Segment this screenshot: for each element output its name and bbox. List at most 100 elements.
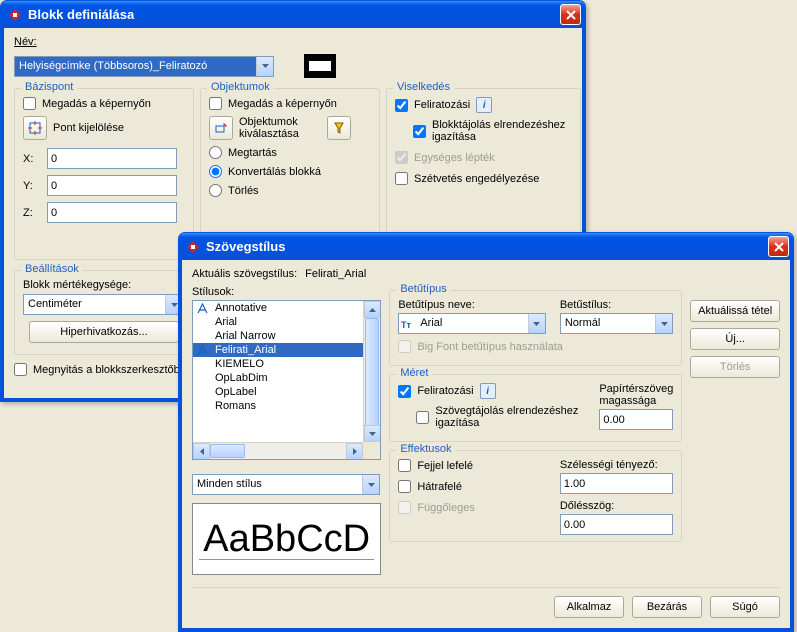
- quick-select-button[interactable]: [327, 116, 351, 140]
- style-filter-value: Minden stílus: [193, 475, 362, 494]
- annotative-icon: [197, 345, 209, 357]
- svg-text:Tᴛ: Tᴛ: [401, 320, 411, 330]
- font-name-value: Arial: [416, 314, 528, 333]
- units-combo[interactable]: Centiméter: [23, 294, 183, 315]
- objects-onscreen-checkbox[interactable]: [209, 97, 222, 110]
- vertical-label: Függőleges: [417, 502, 475, 514]
- oblique-input[interactable]: [560, 514, 673, 535]
- paper-height-input[interactable]: [599, 409, 673, 430]
- convert-radio[interactable]: [209, 165, 222, 178]
- annotative-checkbox[interactable]: [395, 99, 408, 112]
- vertical-scrollbar[interactable]: [363, 301, 380, 442]
- settings-group: Beállítások Blokk mértékegysége: Centimé…: [14, 270, 194, 355]
- size-group: Méret Feliratozási i Szövegtájolás elren…: [389, 374, 682, 442]
- delete-radio[interactable]: [209, 184, 222, 197]
- basepoint-onscreen-checkbox[interactable]: [23, 97, 36, 110]
- title-bar[interactable]: Blokk definiálása: [1, 1, 585, 28]
- allow-explode-checkbox[interactable]: [395, 172, 408, 185]
- apply-button[interactable]: Alkalmaz: [554, 596, 624, 618]
- scroll-corner: [363, 442, 380, 459]
- hyperlink-button[interactable]: Hiperhivatkozás...: [29, 321, 179, 343]
- style-list-item[interactable]: Romans: [193, 399, 380, 413]
- horizontal-scrollbar[interactable]: [193, 442, 380, 459]
- open-in-editor-label: Megnyitás a blokkszerkesztőben: [33, 364, 192, 376]
- style-list-item[interactable]: Annotative: [193, 301, 380, 315]
- chevron-down-icon[interactable]: [655, 314, 672, 333]
- title-bar[interactable]: Szövegstílus: [179, 233, 793, 260]
- match-orient-checkbox[interactable]: [413, 125, 426, 138]
- app-icon: [7, 7, 23, 23]
- pick-point-button[interactable]: [23, 116, 47, 140]
- info-icon[interactable]: i: [476, 97, 492, 113]
- style-item-label: Arial Narrow: [215, 330, 276, 342]
- font-style-combo[interactable]: Normál: [560, 313, 673, 334]
- styles-listbox[interactable]: Annotative Arial Arial NarrowFelirati_Aria…: [192, 300, 381, 460]
- font-preview: AaBbCcD: [192, 503, 381, 575]
- style-item-label: OpLabel: [215, 386, 257, 398]
- info-icon[interactable]: i: [480, 383, 496, 399]
- basepoint-group: Bázispont Megadás a képernyőn Pont kijel…: [14, 88, 194, 260]
- style-list-item[interactable]: OpLabDim: [193, 371, 380, 385]
- chevron-down-icon[interactable]: [362, 475, 379, 494]
- name-label: Név:: [14, 36, 37, 48]
- scroll-thumb[interactable]: [365, 318, 379, 428]
- close-dialog-button[interactable]: Bezárás: [632, 596, 702, 618]
- help-button[interactable]: Súgó: [710, 596, 780, 618]
- allow-explode-label: Szétvetés engedélyezése: [414, 173, 539, 185]
- objects-legend: Objektumok: [207, 81, 274, 93]
- truetype-icon: Tᴛ: [399, 314, 416, 333]
- uniform-scale-checkbox: [395, 151, 408, 164]
- z-input[interactable]: [47, 202, 177, 223]
- close-button[interactable]: [560, 4, 581, 25]
- scroll-down-arrow[interactable]: [364, 425, 381, 442]
- width-factor-label: Szélességi tényező:: [560, 459, 673, 471]
- scroll-left-arrow[interactable]: [193, 443, 210, 460]
- new-button[interactable]: Új...: [690, 328, 780, 350]
- style-item-label: Arial: [215, 316, 237, 328]
- font-name-label: Betűtípus neve:: [398, 299, 546, 311]
- effects-group: Effektusok Fejjel lefelé Hátrafelé: [389, 450, 682, 542]
- annotative-label: Feliratozási: [414, 99, 470, 111]
- block-name-combo[interactable]: Helyiségcímke (Többsoros)_Feliratozó: [14, 56, 274, 77]
- basepoint-legend: Bázispont: [21, 81, 77, 93]
- size-legend: Méret: [396, 367, 432, 379]
- set-current-button[interactable]: Aktuálissá tétel: [690, 300, 780, 322]
- delete-button: Törlés: [690, 356, 780, 378]
- style-list-item[interactable]: KIEMELO: [193, 357, 380, 371]
- effects-legend: Effektusok: [396, 443, 455, 455]
- y-input[interactable]: [47, 175, 177, 196]
- width-factor-input[interactable]: [560, 473, 673, 494]
- size-match-checkbox[interactable]: [416, 411, 429, 424]
- name-row: Név:: [14, 36, 572, 48]
- objects-onscreen-label: Megadás a képernyőn: [228, 98, 337, 110]
- style-list-item[interactable]: Felirati_Arial: [193, 343, 380, 357]
- retain-radio[interactable]: [209, 146, 222, 159]
- style-list-item[interactable]: OpLabel: [193, 385, 380, 399]
- open-in-editor-checkbox[interactable]: [14, 363, 27, 376]
- properties-column: Betűtípus Betűtípus neve: Tᴛ Arial: [389, 286, 682, 575]
- vertical-checkbox: [398, 501, 411, 514]
- bigfont-label: Big Font betűtípus használata: [417, 341, 563, 353]
- scroll-up-arrow[interactable]: [364, 301, 381, 318]
- chevron-down-icon[interactable]: [256, 57, 273, 76]
- upside-checkbox[interactable]: [398, 459, 411, 472]
- select-objects-button[interactable]: [209, 116, 233, 140]
- baseline-guide: [199, 559, 374, 560]
- font-style-value: Normál: [561, 314, 655, 333]
- style-list-item[interactable]: Arial Narrow: [193, 329, 380, 343]
- style-filter-combo[interactable]: Minden stílus: [192, 474, 380, 495]
- close-button[interactable]: [768, 236, 789, 257]
- font-name-combo[interactable]: Tᴛ Arial: [398, 313, 546, 334]
- x-input[interactable]: [47, 148, 177, 169]
- scroll-thumb-h[interactable]: [210, 444, 245, 458]
- backwards-label: Hátrafelé: [417, 481, 462, 493]
- units-value: Centiméter: [24, 295, 165, 314]
- style-list-item[interactable]: Arial: [193, 315, 380, 329]
- y-label: Y:: [23, 180, 41, 192]
- chevron-down-icon[interactable]: [528, 314, 545, 333]
- name-input-row: Helyiségcímke (Többsoros)_Feliratozó: [14, 54, 572, 78]
- scroll-right-arrow[interactable]: [346, 443, 363, 460]
- size-annotative-checkbox[interactable]: [398, 385, 411, 398]
- style-item-label: Annotative: [215, 302, 267, 314]
- backwards-checkbox[interactable]: [398, 480, 411, 493]
